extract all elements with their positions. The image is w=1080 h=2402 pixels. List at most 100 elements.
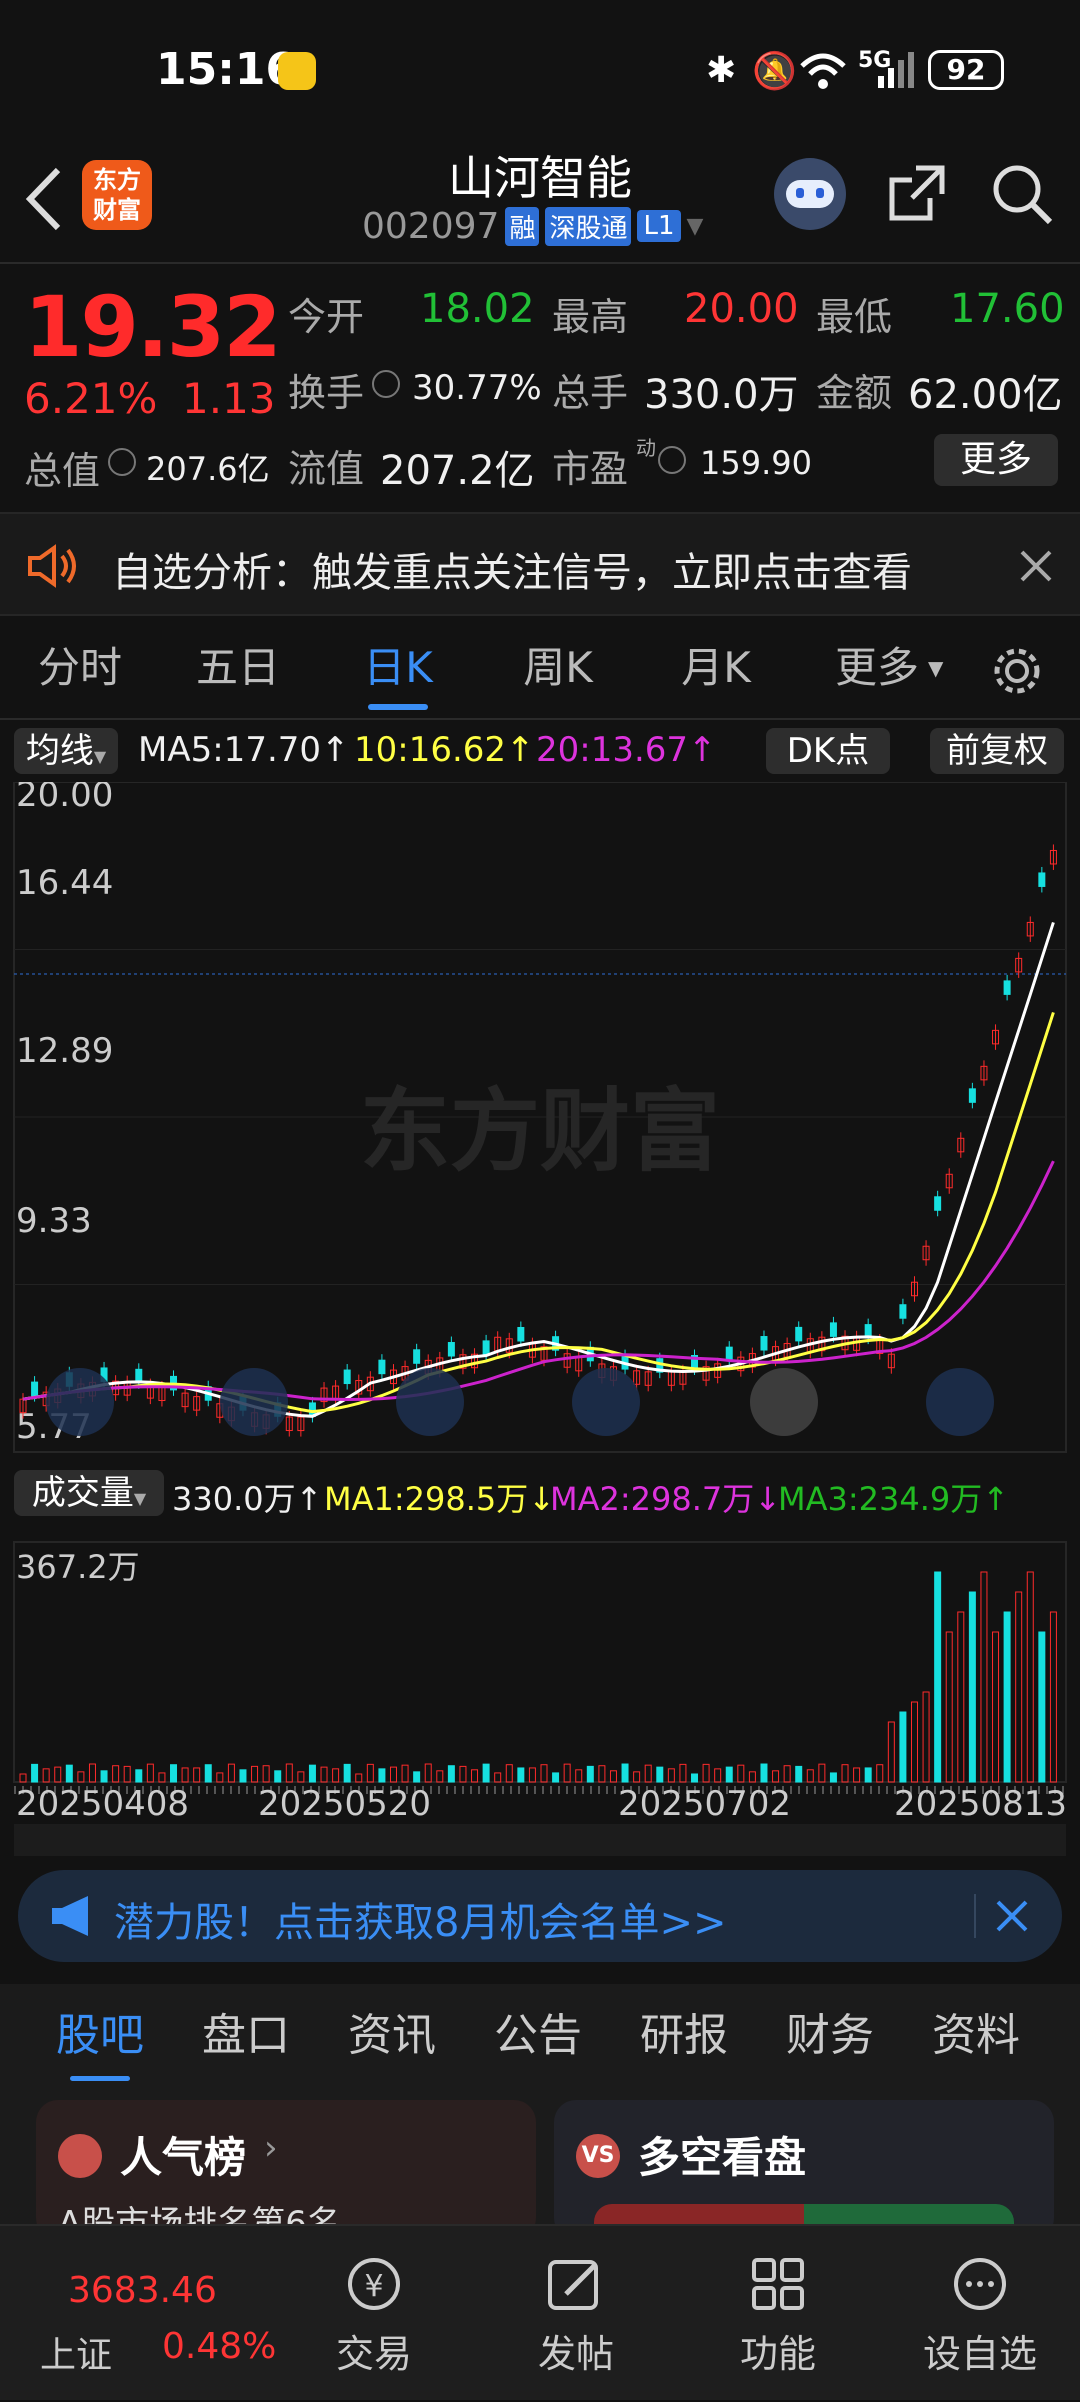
settings-gear-icon[interactable] xyxy=(990,644,1044,698)
nav-functions[interactable]: 功能 xyxy=(698,2226,858,2402)
volume-bar xyxy=(876,1764,884,1783)
chart-control-button xyxy=(572,1368,640,1436)
dk-point-button[interactable]: DK点 xyxy=(766,728,890,774)
tab-weekly-k[interactable]: 周K xyxy=(498,616,618,720)
volume-bar xyxy=(274,1770,282,1783)
high-label: 最高 xyxy=(552,295,629,339)
high-value: 20.00 xyxy=(684,286,799,332)
change-percent: 6.21% xyxy=(24,374,158,423)
volume-bar xyxy=(679,1763,687,1783)
ma-selector[interactable]: 均线▼ xyxy=(14,728,118,774)
popularity-card[interactable]: 人气榜 › A股市场排名第6名 xyxy=(36,2100,536,2244)
bull-bear-card[interactable]: VS 多空看盘 xyxy=(554,2100,1054,2240)
tab-five-day[interactable]: 五日 xyxy=(178,616,298,720)
nav-trade[interactable]: ¥ 交易 xyxy=(294,2226,454,2402)
change-amount: 1.13 xyxy=(182,374,276,423)
volume-bar xyxy=(818,1763,826,1783)
info-icon[interactable] xyxy=(372,370,400,398)
volume-bar xyxy=(633,1771,641,1783)
volume-bar xyxy=(494,1772,502,1783)
robot-assistant-icon[interactable] xyxy=(774,158,846,230)
close-icon[interactable] xyxy=(1018,548,1054,584)
volume-bar xyxy=(528,1767,536,1783)
volume-bar xyxy=(378,1768,386,1783)
tab-news[interactable]: 资讯 xyxy=(332,1984,452,2088)
nav-watchlist-label: 设自选 xyxy=(922,2332,1037,2376)
back-icon[interactable] xyxy=(22,164,66,234)
amount-value: 62.00亿 xyxy=(908,372,1063,418)
kline-svg[interactable]: 东方财富20.0016.4412.899.335.77367.2万 xyxy=(0,782,1080,1822)
volume-bar xyxy=(702,1763,710,1783)
adjust-price-button[interactable]: 前复权 xyxy=(930,728,1064,774)
candle-body xyxy=(1038,872,1046,887)
promo-banner[interactable]: 潜力股！点击获取8月机会名单>> xyxy=(18,1870,1062,1962)
nav-add-watchlist[interactable]: 设自选 xyxy=(900,2226,1060,2402)
volume-bar xyxy=(575,1769,583,1783)
tab-financials[interactable]: 财务 xyxy=(770,1984,890,2088)
chart-control-button xyxy=(750,1368,818,1436)
battery-icon: 92 xyxy=(928,50,1004,90)
volume-bar xyxy=(957,1611,965,1783)
app-header: 东方 财富 山河智能 002097 融 深股通 L1 ▼ xyxy=(0,140,1080,260)
volume-bar xyxy=(19,1773,27,1783)
stock-meta[interactable]: 002097 融 深股通 L1 ▼ xyxy=(362,204,703,248)
volume-bar xyxy=(1049,1611,1057,1783)
volume-bar xyxy=(644,1764,652,1783)
tab-announcements[interactable]: 公告 xyxy=(478,1984,598,2088)
pe-label: 市盈 xyxy=(552,447,629,491)
tab-forum[interactable]: 股吧 xyxy=(40,1984,160,2088)
tab-orderbook[interactable]: 盘口 xyxy=(186,1984,306,2088)
share-icon[interactable] xyxy=(886,162,948,224)
volume-bar xyxy=(436,1770,444,1783)
info-icon[interactable] xyxy=(108,448,136,476)
volume-selector[interactable]: 成交量▼ xyxy=(14,1470,164,1516)
info-icon[interactable] xyxy=(658,446,686,474)
kline-chart-area: 均线▼ MA5:17.70↑ 10:16.62↑ 20:13.67↑ DK点 前… xyxy=(0,722,1080,1858)
volume-bar xyxy=(772,1770,780,1783)
y-axis-label: 12.89 xyxy=(16,1031,113,1071)
volume-bar xyxy=(227,1763,235,1783)
volume-bar xyxy=(343,1763,351,1783)
nav-post[interactable]: 发帖 xyxy=(496,2226,656,2402)
index-change: 0.48% xyxy=(162,2326,277,2367)
volume-bar xyxy=(748,1771,756,1783)
ma5-value: MA5:17.70↑ xyxy=(138,730,350,770)
notice-bar[interactable]: 自选分析：触发重点关注信号，立即点击查看 xyxy=(0,512,1080,616)
volume-bar xyxy=(100,1770,108,1783)
volume-bar xyxy=(609,1770,617,1783)
volume-bar xyxy=(1015,1591,1023,1783)
volume-bar xyxy=(968,1591,976,1783)
ma20-value: 20:13.67↑ xyxy=(536,730,717,770)
volume-bar xyxy=(366,1763,374,1783)
status-bar: 15:16 ✱ 🔕 5G 92 xyxy=(0,0,1080,140)
chart-control-button xyxy=(220,1368,288,1436)
tab-intraday[interactable]: 分时 xyxy=(20,616,140,720)
candle-body xyxy=(378,1359,386,1375)
search-icon[interactable] xyxy=(990,162,1054,226)
volume-bar xyxy=(332,1768,340,1783)
svg-text:¥: ¥ xyxy=(364,2269,383,2304)
signal-icon xyxy=(878,52,914,88)
vol-ma1: MA1:298.5万↓ xyxy=(324,1480,556,1518)
grid-functions-icon xyxy=(752,2258,804,2310)
promo-text: 潜力股！点击获取8月机会名单>> xyxy=(114,1900,727,1946)
volume-bar xyxy=(447,1765,455,1783)
date-label-4: 20250813 xyxy=(894,1784,1068,1824)
turnover-label: 换手 xyxy=(288,371,365,415)
volume-bar xyxy=(887,1721,895,1783)
app-notification-icon xyxy=(278,52,316,90)
more-button[interactable]: 更多 xyxy=(934,434,1058,486)
app-logo: 东方 财富 xyxy=(82,160,152,230)
tab-profile[interactable]: 资料 xyxy=(916,1984,1036,2088)
tab-monthly-k[interactable]: 月K xyxy=(656,616,776,720)
volume-bar xyxy=(482,1763,490,1783)
volume-now: 330.0万↑ xyxy=(172,1480,323,1518)
close-icon[interactable] xyxy=(994,1898,1030,1934)
chart-control-button xyxy=(926,1368,994,1436)
tab-research[interactable]: 研报 xyxy=(624,1984,744,2088)
wifi-icon xyxy=(800,53,846,89)
tab-more[interactable]: 更多 xyxy=(822,616,932,720)
chart-scroll-bar[interactable] xyxy=(14,1824,1066,1856)
volume-bar xyxy=(992,1631,1000,1783)
volume-bar xyxy=(181,1767,189,1783)
